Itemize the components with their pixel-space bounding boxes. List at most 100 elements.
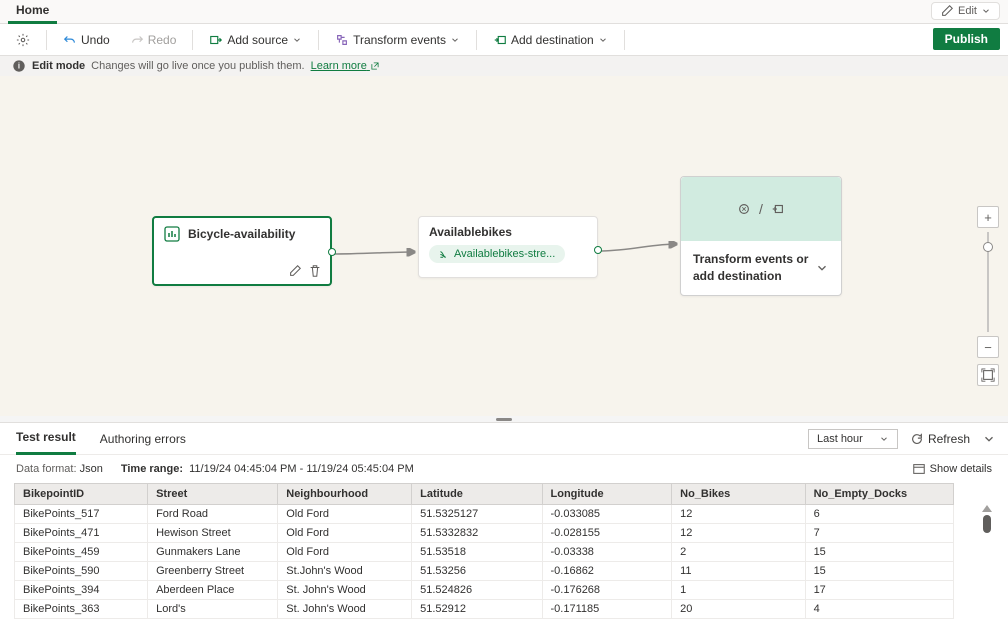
col-no_bikes[interactable]: No_Bikes <box>672 484 805 505</box>
table-cell: -0.176268 <box>542 581 672 600</box>
zoom-slider-thumb[interactable] <box>983 242 993 252</box>
settings-button[interactable] <box>8 29 38 51</box>
table-row[interactable]: BikePoints_459Gunmakers LaneOld Ford51.5… <box>15 543 954 562</box>
node-dest-label: Transform events or add destination <box>693 251 815 285</box>
table-row[interactable]: BikePoints_590Greenberry StreetSt.John's… <box>15 562 954 581</box>
range-value: 11/19/24 04:45:04 PM - 11/19/24 05:45:04… <box>189 463 414 475</box>
info-icon: i <box>12 59 26 73</box>
refresh-label: Refresh <box>928 432 970 446</box>
results-grid-container: BikepointIDStreetNeighbourhoodLatitudeLo… <box>0 483 1008 622</box>
flow-canvas[interactable]: Bicycle-availability Availablebikes Avai… <box>0 76 1008 416</box>
edit-dropdown[interactable]: Edit <box>931 2 1000 20</box>
tab-authoring-errors[interactable]: Authoring errors <box>100 424 186 454</box>
chevron-down-icon[interactable] <box>982 432 996 446</box>
node-source[interactable]: Bicycle-availability <box>152 216 332 286</box>
chevron-down-icon <box>981 6 991 16</box>
refresh-icon <box>910 432 924 446</box>
node-operation[interactable]: Availablebikes Availablebikes-stre... <box>418 216 598 278</box>
col-bikepointid[interactable]: BikepointID <box>15 484 148 505</box>
results-panel: Test result Authoring errors Last hour R… <box>0 422 1008 622</box>
scrollbar-thumb[interactable] <box>983 515 991 533</box>
meta-row: Data format: Json Time range: 11/19/24 0… <box>0 455 1008 483</box>
table-cell: 15 <box>805 562 953 581</box>
undo-button[interactable]: Undo <box>55 29 118 51</box>
separator <box>192 30 193 50</box>
table-cell: Gunmakers Lane <box>148 543 278 562</box>
show-details-button[interactable]: Show details <box>912 462 992 476</box>
zoom-slider-track[interactable] <box>987 232 989 332</box>
table-cell: St.John's Wood <box>278 562 412 581</box>
show-details-label: Show details <box>930 463 992 475</box>
table-row[interactable]: BikePoints_363Lord'sSt. John's Wood51.52… <box>15 600 954 619</box>
table-cell: 12 <box>672 505 805 524</box>
trash-icon[interactable] <box>308 264 322 278</box>
col-street[interactable]: Street <box>148 484 278 505</box>
add-destination-button[interactable]: Add destination <box>485 29 616 51</box>
tab-home[interactable]: Home <box>8 0 57 24</box>
table-cell: -0.028155 <box>542 524 672 543</box>
col-neighbourhood[interactable]: Neighbourhood <box>278 484 412 505</box>
scroll-indicator[interactable] <box>982 505 992 533</box>
table-cell: Old Ford <box>278 524 412 543</box>
table-cell: 51.53518 <box>412 543 542 562</box>
table-cell: Ford Road <box>148 505 278 524</box>
time-filter-dropdown[interactable]: Last hour <box>808 429 898 449</box>
chevron-down-icon <box>598 35 608 45</box>
destination-icon <box>493 33 507 47</box>
col-latitude[interactable]: Latitude <box>412 484 542 505</box>
gear-icon <box>16 33 30 47</box>
table-row[interactable]: BikePoints_517Ford RoadOld Ford51.532512… <box>15 505 954 524</box>
table-cell: BikePoints_394 <box>15 581 148 600</box>
transform-events-button[interactable]: Transform events <box>327 29 468 51</box>
transform-label: Transform events <box>353 33 446 47</box>
node-source-title: Bicycle-availability <box>188 227 295 241</box>
separator <box>476 30 477 50</box>
col-longitude[interactable]: Longitude <box>542 484 672 505</box>
port-source-out[interactable] <box>328 248 336 256</box>
zoom-out-button[interactable]: − <box>977 336 999 358</box>
table-row[interactable]: BikePoints_471Hewison StreetOld Ford51.5… <box>15 524 954 543</box>
stream-chip[interactable]: Availablebikes-stre... <box>429 245 565 263</box>
col-no_empty_docks[interactable]: No_Empty_Docks <box>805 484 953 505</box>
table-row[interactable]: BikePoints_394Aberdeen PlaceSt. John's W… <box>15 581 954 600</box>
table-cell: 51.5325127 <box>412 505 542 524</box>
fit-icon <box>981 368 995 382</box>
details-icon <box>912 462 926 476</box>
add-source-label: Add source <box>227 33 288 47</box>
table-cell: 4 <box>805 600 953 619</box>
time-filter-label: Last hour <box>817 433 863 445</box>
tab-test-result[interactable]: Test result <box>16 422 76 455</box>
redo-label: Redo <box>148 33 177 47</box>
undo-icon <box>63 33 77 47</box>
port-op-out[interactable] <box>594 246 602 254</box>
table-cell: -0.033085 <box>542 505 672 524</box>
connector-2 <box>598 241 682 255</box>
table-cell: -0.03338 <box>542 543 672 562</box>
svg-text:i: i <box>18 62 20 71</box>
table-cell: 12 <box>672 524 805 543</box>
table-cell: 15 <box>805 543 953 562</box>
add-source-button[interactable]: Add source <box>201 29 310 51</box>
table-cell: 2 <box>672 543 805 562</box>
chevron-down-icon[interactable] <box>815 261 829 275</box>
chevron-down-icon <box>292 35 302 45</box>
publish-button[interactable]: Publish <box>933 28 1000 50</box>
node-destination-placeholder[interactable]: / Transform events or add destination <box>680 176 842 296</box>
table-cell: Old Ford <box>278 505 412 524</box>
pencil-icon[interactable] <box>288 264 302 278</box>
table-cell: BikePoints_471 <box>15 524 148 543</box>
format-value: Json <box>80 463 103 475</box>
zoom-in-button[interactable]: + <box>977 206 999 228</box>
range-key: Time range: <box>121 463 183 475</box>
learn-more-link[interactable]: Learn more <box>311 60 380 72</box>
slash-separator: / <box>759 201 763 217</box>
bar-chart-icon <box>164 226 180 242</box>
table-cell: Lord's <box>148 600 278 619</box>
refresh-button[interactable]: Refresh <box>906 430 974 448</box>
zoom-fit-button[interactable] <box>977 364 999 386</box>
table-cell: 6 <box>805 505 953 524</box>
table-cell: BikePoints_590 <box>15 562 148 581</box>
redo-button[interactable]: Redo <box>122 29 185 51</box>
results-table: BikepointIDStreetNeighbourhoodLatitudeLo… <box>14 483 954 619</box>
table-cell: 51.52912 <box>412 600 542 619</box>
